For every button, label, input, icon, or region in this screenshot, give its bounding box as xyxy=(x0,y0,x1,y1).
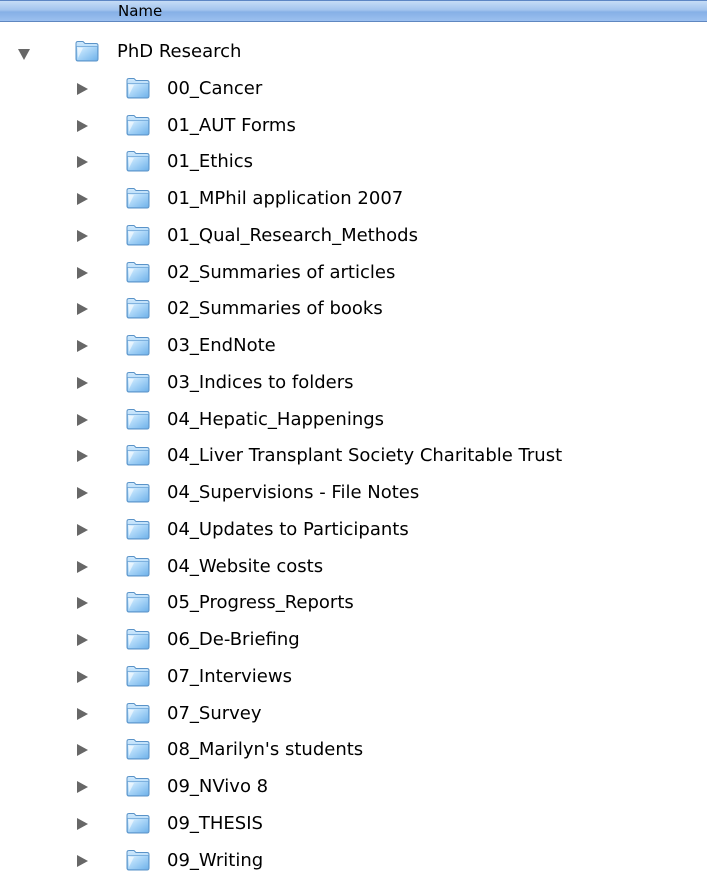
folder-row[interactable]: 00_Cancer xyxy=(0,74,707,104)
disclosure-triangle-collapsed-icon[interactable] xyxy=(77,744,88,757)
folder-name: 06_De-Briefing xyxy=(167,629,300,650)
disclosure-triangle-collapsed-icon[interactable] xyxy=(77,560,88,573)
disclosure-triangle-collapsed-icon[interactable] xyxy=(77,597,88,610)
disclosure-triangle-collapsed-icon[interactable] xyxy=(77,82,88,95)
folder-row[interactable]: 02_Summaries of books xyxy=(0,294,707,324)
folder-icon xyxy=(125,77,151,99)
folder-name: 09_Writing xyxy=(167,849,264,871)
folder-row[interactable]: 01_Qual_Research_Methods xyxy=(0,221,707,251)
folder-name: 08_Marilyn's students xyxy=(167,739,364,761)
folder-name: 02_Summaries of articles xyxy=(167,261,396,283)
folder-row[interactable]: 05_Progress_Reports xyxy=(0,588,707,618)
folder-name: 03_EndNote xyxy=(167,335,276,356)
folder-row[interactable]: 01_AUT Forms xyxy=(0,111,707,141)
folder-icon xyxy=(125,334,151,356)
folder-row[interactable]: 01_Ethics xyxy=(0,147,707,177)
folder-row-root[interactable]: PhD Research xyxy=(0,37,707,67)
folder-icon xyxy=(125,371,151,393)
folder-icon xyxy=(125,738,151,760)
folder-name: 09_THESIS xyxy=(167,812,263,834)
disclosure-triangle-collapsed-icon[interactable] xyxy=(77,817,88,830)
disclosure-triangle-collapsed-icon[interactable] xyxy=(77,119,88,132)
folder-name: 04_Updates to Participants xyxy=(167,518,409,540)
folder-row[interactable]: 09_NVivo 8 xyxy=(0,772,707,802)
folder-row[interactable]: 03_EndNote xyxy=(0,331,707,361)
folder-icon xyxy=(125,114,151,136)
disclosure-triangle-collapsed-icon[interactable] xyxy=(77,303,88,316)
disclosure-triangle-collapsed-icon[interactable] xyxy=(77,670,88,683)
column-header-name[interactable]: Name xyxy=(0,0,707,22)
disclosure-triangle-collapsed-icon[interactable] xyxy=(77,193,88,205)
disclosure-triangle-expanded-icon[interactable] xyxy=(18,49,30,60)
folder-icon xyxy=(125,628,151,650)
folder-name: 04_Liver Transplant Society Charitable T… xyxy=(167,445,563,467)
folder-icon xyxy=(125,665,151,687)
folder-row[interactable]: 09_Writing xyxy=(0,846,707,876)
folder-icon xyxy=(125,481,151,503)
disclosure-triangle-collapsed-icon[interactable] xyxy=(77,487,88,499)
disclosure-triangle-collapsed-icon[interactable] xyxy=(77,854,88,867)
disclosure-triangle-collapsed-icon[interactable] xyxy=(77,781,88,793)
folder-row[interactable]: 07_Interviews xyxy=(0,662,707,692)
folder-name: 01_AUT Forms xyxy=(167,114,296,136)
folder-row[interactable]: 01_MPhil application 2007 xyxy=(0,184,707,214)
folder-name: 01_Qual_Research_Methods xyxy=(167,224,418,246)
folder-icon xyxy=(125,408,151,430)
disclosure-triangle-collapsed-icon[interactable] xyxy=(77,523,88,536)
disclosure-triangle-collapsed-icon[interactable] xyxy=(77,634,88,646)
folder-name: 05_Progress_Reports xyxy=(167,592,354,614)
disclosure-triangle-collapsed-icon[interactable] xyxy=(77,450,88,463)
folder-icon xyxy=(125,518,151,540)
folder-name: 01_Ethics xyxy=(167,151,254,173)
folder-name: 07_Interviews xyxy=(167,665,292,687)
folder-name: 04_Supervisions - File Notes xyxy=(167,482,420,503)
folder-row[interactable]: 04_Website costs xyxy=(0,552,707,582)
folder-name: PhD Research xyxy=(117,41,242,62)
folder-name: 09_NVivo 8 xyxy=(167,776,269,797)
folder-row[interactable]: 03_Indices to folders xyxy=(0,368,707,398)
folder-icon xyxy=(125,297,151,319)
folder-icon xyxy=(74,40,100,62)
folder-row[interactable]: 09_THESIS xyxy=(0,809,707,839)
folder-row[interactable]: 02_Summaries of articles xyxy=(0,258,707,288)
finder-list-view: Name PhD Research 00_Cancer 01_AUT Forms 01… xyxy=(0,0,707,879)
disclosure-triangle-collapsed-icon[interactable] xyxy=(77,376,88,389)
folder-row[interactable]: 04_Hepatic_Happenings xyxy=(0,405,707,435)
folder-row[interactable]: 06_De-Briefing xyxy=(0,625,707,655)
folder-icon xyxy=(125,444,151,466)
disclosure-triangle-collapsed-icon[interactable] xyxy=(77,340,88,352)
disclosure-triangle-collapsed-icon[interactable] xyxy=(77,229,88,242)
folder-row[interactable]: 08_Marilyn's students xyxy=(0,735,707,765)
folder-icon xyxy=(125,775,151,797)
folder-icon xyxy=(125,591,151,613)
disclosure-triangle-collapsed-icon[interactable] xyxy=(77,413,88,426)
folder-name: 00_Cancer xyxy=(167,77,263,99)
disclosure-triangle-collapsed-icon[interactable] xyxy=(77,156,88,169)
folder-row[interactable]: 07_Survey xyxy=(0,699,707,729)
folder-name: 04_Website costs xyxy=(167,555,324,577)
folder-icon xyxy=(125,150,151,172)
disclosure-triangle-collapsed-icon[interactable] xyxy=(77,707,88,720)
folder-row[interactable]: 04_Updates to Participants xyxy=(0,515,707,545)
folder-icon xyxy=(125,702,151,724)
folder-name: 03_Indices to folders xyxy=(167,371,354,393)
disclosure-triangle-collapsed-icon[interactable] xyxy=(77,266,88,279)
folder-row[interactable]: 04_Supervisions - File Notes xyxy=(0,478,707,508)
folder-name: 01_MPhil application 2007 xyxy=(167,188,404,209)
folder-icon xyxy=(125,261,151,283)
folder-icon xyxy=(125,849,151,871)
folder-icon xyxy=(125,555,151,577)
folder-icon xyxy=(125,812,151,834)
folder-row[interactable]: 04_Liver Transplant Society Charitable T… xyxy=(0,441,707,471)
folder-icon xyxy=(125,224,151,246)
name-column-label: Name xyxy=(118,2,163,20)
folder-icon xyxy=(125,187,151,209)
folder-name: 07_Survey xyxy=(167,702,262,724)
folder-name: 02_Summaries of books xyxy=(167,298,383,320)
folder-name: 04_Hepatic_Happenings xyxy=(167,408,385,430)
